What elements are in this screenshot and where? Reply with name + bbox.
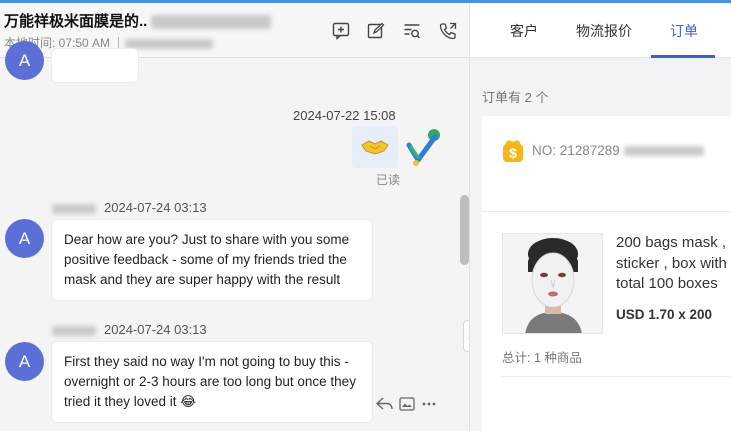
order-count: 订单有 2 个 bbox=[482, 90, 549, 105]
search-list-icon[interactable] bbox=[401, 20, 423, 42]
message-bubble[interactable]: Dear how are you? Just to share with you… bbox=[52, 220, 372, 300]
product-title-line: 200 bags mask , bbox=[616, 234, 727, 251]
redacted-sender-name bbox=[52, 325, 96, 336]
redacted-subtitle-blur bbox=[125, 38, 214, 49]
avatar[interactable]: A bbox=[5, 219, 44, 258]
collapse-panel-button[interactable] bbox=[463, 320, 469, 352]
image-icon[interactable] bbox=[399, 396, 415, 416]
message-bubble[interactable]: First they said no way I'm not going to … bbox=[52, 342, 372, 422]
read-status: 已读 bbox=[376, 173, 401, 187]
sender-line: 2024-07-24 03:13 bbox=[52, 322, 207, 337]
avatar-initial: A bbox=[18, 351, 31, 371]
tab-logistics-quote[interactable]: 物流报价 bbox=[576, 21, 632, 41]
message-bubble-partial bbox=[52, 49, 138, 82]
message-text: Dear how are you? Just to share with you… bbox=[64, 232, 350, 287]
call-transfer-icon[interactable] bbox=[437, 20, 459, 42]
tab-orders[interactable]: 订单 bbox=[670, 21, 698, 41]
handshake-sticker[interactable] bbox=[352, 126, 398, 168]
checkmark-sticker[interactable] bbox=[405, 127, 443, 167]
order-number: NO: 21287289 bbox=[532, 143, 704, 158]
message-text: First they said no way I'm not going to … bbox=[64, 354, 356, 409]
message-timestamp: 2024-07-22 15:08 bbox=[293, 108, 396, 123]
order-card-header: $ NO: 21287289 bbox=[482, 116, 731, 212]
chat-scrollbar[interactable] bbox=[460, 195, 469, 265]
order-total: 总计: 1 种商品 bbox=[502, 351, 582, 365]
avatar: A bbox=[5, 41, 44, 80]
chat-title: 万能祥极米面膜是的.. bbox=[4, 10, 272, 31]
order-card[interactable]: $ NO: 21287289 200 bags mask , sticker ,… bbox=[482, 116, 731, 431]
divider bbox=[502, 376, 731, 377]
avatar[interactable]: A bbox=[5, 342, 44, 381]
dollar-coin-icon: $ bbox=[502, 139, 524, 163]
message-list[interactable]: A 2024-07-22 15:08 已读 2024-07-24 03:13 A… bbox=[0, 41, 469, 431]
redacted-order-number bbox=[623, 146, 704, 157]
message-timestamp: 2024-07-24 03:13 bbox=[104, 322, 207, 337]
product-title-line: sticker , box with bbox=[616, 254, 727, 272]
product-title-line: total 100 boxes bbox=[616, 275, 718, 292]
edit-icon[interactable] bbox=[365, 20, 387, 42]
reply-icon[interactable] bbox=[375, 396, 393, 416]
message-timestamp: 2024-07-24 03:13 bbox=[104, 200, 207, 215]
redacted-sender-name bbox=[52, 203, 96, 214]
chat-pane: 万能祥极米面膜是的.. 本地时间: 07:50 AM A 2024-07-22 … bbox=[0, 3, 470, 431]
more-icon[interactable] bbox=[421, 397, 437, 416]
svg-text:$: $ bbox=[509, 145, 517, 161]
message-actions bbox=[375, 396, 437, 416]
order-number-text: NO: 21287289 bbox=[532, 143, 620, 158]
divider bbox=[118, 37, 120, 48]
product-image-face-mask[interactable] bbox=[502, 233, 603, 334]
avatar-initial: A bbox=[18, 50, 31, 70]
customer-side-panel: 客户 物流报价 订单 订单有 2 个 $ NO: 21287289 200 ba… bbox=[470, 3, 731, 431]
redacted-name-blur bbox=[151, 15, 272, 30]
chat-title-text: 万能祥极米面膜是的.. bbox=[4, 13, 148, 30]
active-tab-indicator bbox=[651, 55, 715, 58]
avatar-initial: A bbox=[18, 228, 31, 248]
tab-customer[interactable]: 客户 bbox=[510, 21, 538, 41]
sender-line: 2024-07-24 03:13 bbox=[52, 200, 207, 215]
product-title[interactable]: 200 bags mask , sticker , box with total… bbox=[616, 233, 731, 295]
panel-tabs: 客户 物流报价 订单 bbox=[470, 3, 731, 58]
product-price: USD 1.70 x 200 bbox=[616, 307, 713, 322]
add-comment-icon[interactable] bbox=[330, 20, 352, 42]
